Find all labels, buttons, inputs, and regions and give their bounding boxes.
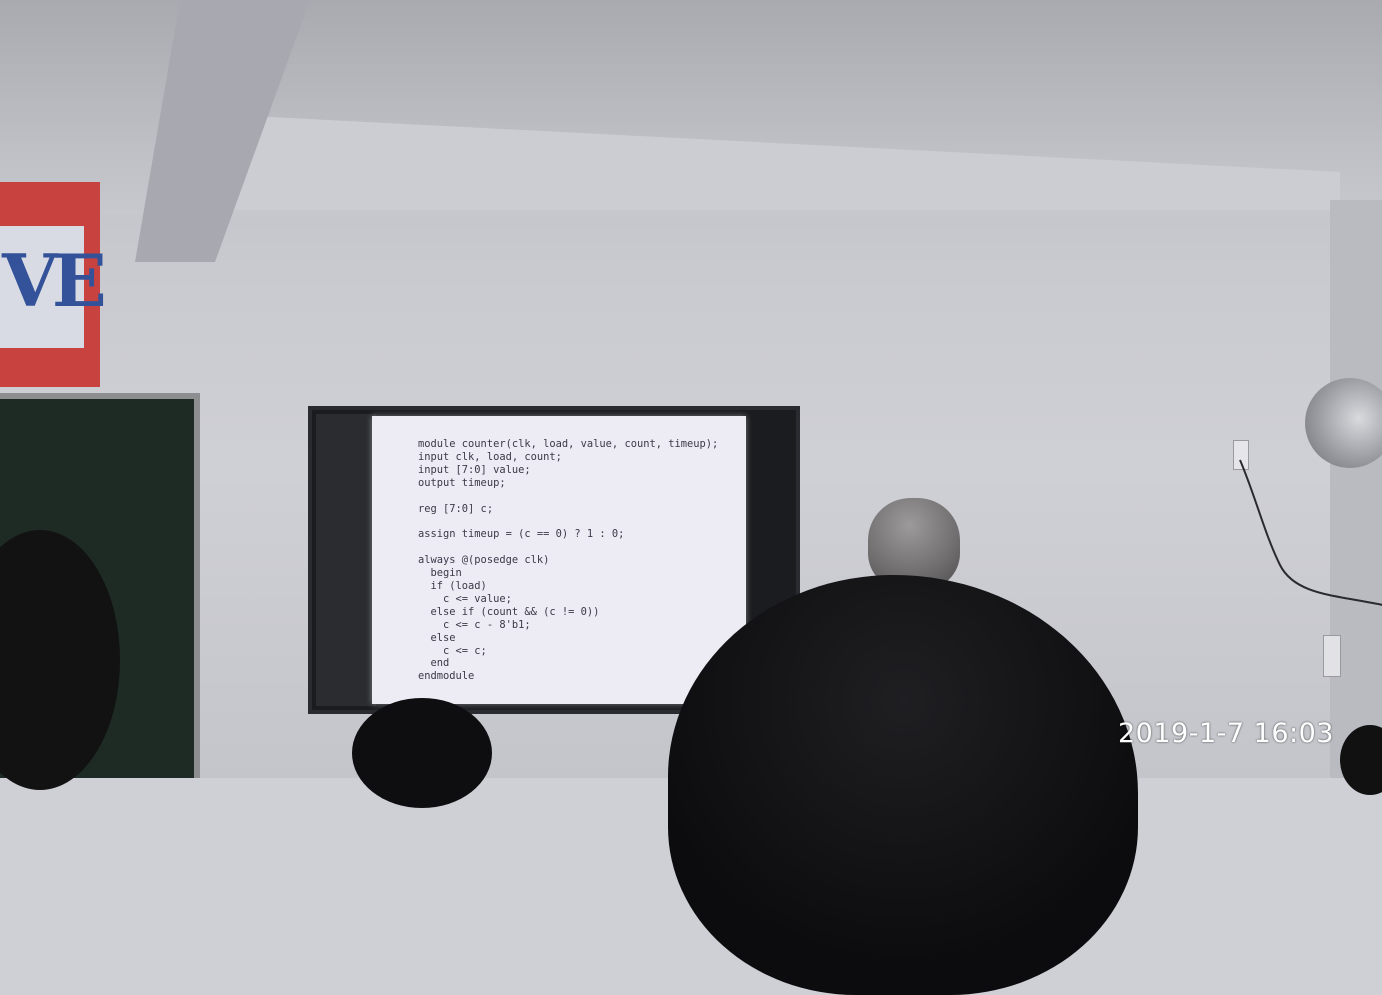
- code-line: c <= value;: [418, 592, 512, 605]
- code-line: end: [418, 657, 450, 670]
- power-cable: [1239, 459, 1382, 606]
- code-line: module counter(clk, load, value, count, …: [418, 438, 719, 450]
- code-line: assign timeup = (c == 0) ? 1 : 0;: [418, 528, 625, 541]
- code-line: else if (count && (c != 0)): [418, 605, 600, 618]
- code-line: always @(posedge clk): [418, 554, 550, 567]
- code-line: input [7:0] value;: [418, 463, 531, 476]
- photo-timestamp: 2019-1-7 16:03: [1118, 718, 1334, 749]
- code-line: output timeup;: [418, 476, 506, 489]
- code-line: if (load): [418, 579, 487, 592]
- code-line: c <= c - 8'b1;: [418, 618, 531, 631]
- code-line: reg [7:0] c;: [418, 502, 494, 515]
- slide-code: module counter(clk, load, value, count, …: [418, 438, 718, 683]
- wall-switch: [1323, 635, 1341, 677]
- code-line: begin: [418, 567, 462, 580]
- banner-logo: VE: [2, 238, 107, 323]
- tv-desktop-edge: [316, 414, 376, 706]
- code-line: input clk, load, count;: [418, 450, 562, 463]
- code-line: else: [418, 631, 456, 644]
- code-line: endmodule: [418, 670, 475, 683]
- code-line: c <= c;: [418, 644, 487, 657]
- audience-head-center: [352, 698, 492, 808]
